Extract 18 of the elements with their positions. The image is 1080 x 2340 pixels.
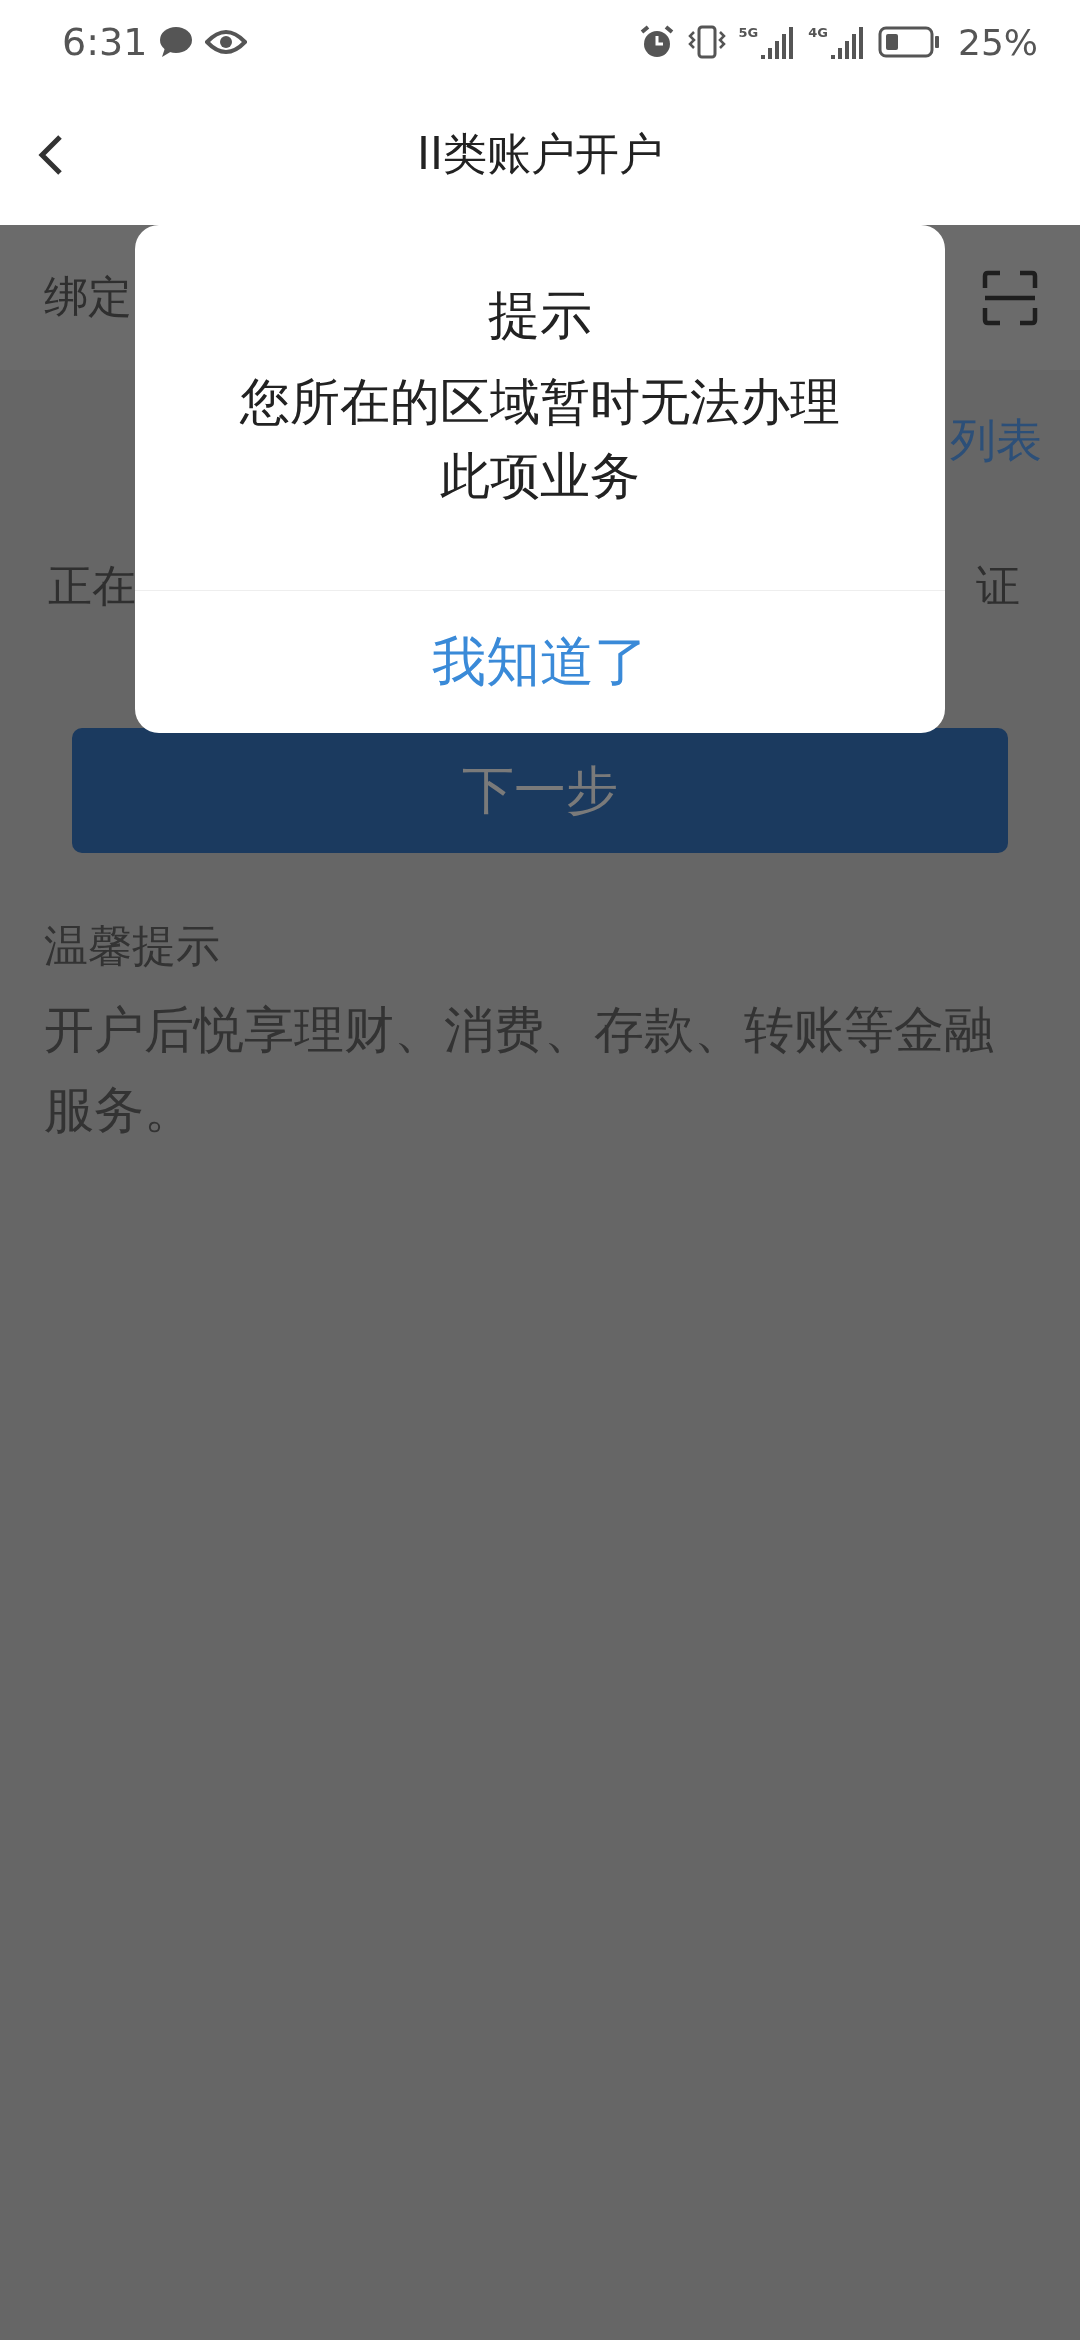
signal-icon [830, 25, 866, 59]
bind-label: 绑定 [44, 270, 132, 324]
page-title: II类账户开户 [417, 127, 663, 181]
confirm-button[interactable]: 我知道了 [135, 590, 945, 733]
battery-percentage: 25% [958, 21, 1038, 63]
alarm-icon [638, 24, 675, 60]
dialog-title: 提示 [487, 284, 593, 347]
vibrate-icon [686, 24, 727, 60]
network-type-label: 4G [808, 25, 828, 40]
network-type-label: 5G [738, 25, 759, 40]
clock-time: 6:31 [62, 20, 148, 64]
scan-icon[interactable] [982, 269, 1038, 326]
dialog-message: 您所在的区域暂时无法办理此项业务 [239, 372, 841, 507]
list-link[interactable]: 列表 [950, 410, 1042, 472]
back-icon[interactable] [38, 132, 64, 177]
chat-bubble-icon [159, 26, 194, 58]
eye-icon [205, 28, 248, 56]
battery-icon [878, 26, 940, 58]
